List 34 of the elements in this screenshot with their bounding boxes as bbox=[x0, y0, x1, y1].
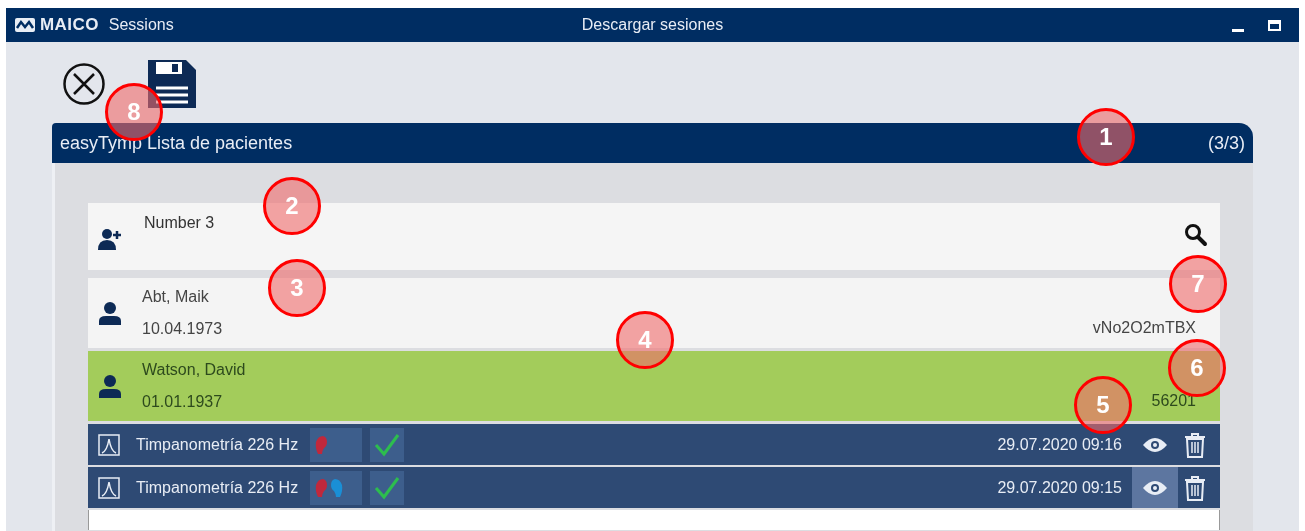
logo-icon bbox=[14, 16, 36, 34]
test-name: Timpanometría 226 Hz bbox=[136, 434, 299, 455]
callout-marker: 4 bbox=[616, 311, 674, 369]
save-button[interactable] bbox=[146, 57, 198, 110]
callout-marker: 3 bbox=[268, 259, 326, 317]
session-datetime: 29.07.2020 09:16 bbox=[997, 434, 1122, 455]
patient-count: (3/3) bbox=[1208, 131, 1245, 155]
callout-marker: 2 bbox=[263, 177, 321, 235]
maximize-button[interactable] bbox=[1268, 19, 1281, 31]
eye-icon bbox=[1142, 436, 1168, 453]
birth-date: 01.01.1937 bbox=[142, 392, 224, 412]
cancel-button[interactable] bbox=[62, 61, 106, 106]
patient-id: vNo2O2mTBX bbox=[1092, 318, 1196, 338]
brand-text: MAICO bbox=[40, 14, 99, 37]
callout-marker: 1 bbox=[1077, 108, 1135, 166]
search-icon[interactable] bbox=[1184, 223, 1208, 247]
view-button[interactable] bbox=[1132, 467, 1178, 508]
session-row[interactable]: Timpanometría 226 Hz 29.07.2020 09:16 bbox=[88, 424, 1220, 465]
session-row[interactable]: Timpanometría 226 Hz 29.07.2020 09:15 bbox=[88, 467, 1220, 508]
callout-marker: 5 bbox=[1074, 376, 1132, 434]
patient-name: Watson, David bbox=[142, 360, 246, 380]
test-name: Timpanometría 226 Hz bbox=[136, 477, 299, 498]
chart-icon bbox=[98, 476, 120, 499]
eye-icon bbox=[1142, 479, 1168, 496]
patient-name: Abt, Maik bbox=[142, 287, 210, 307]
window-title: Descargar sesiones bbox=[581, 15, 724, 35]
birth-date: 10.04.1973 bbox=[142, 319, 223, 339]
person-icon bbox=[98, 301, 122, 325]
add-person-icon bbox=[98, 227, 124, 251]
chart-icon bbox=[98, 433, 120, 456]
callout-marker: 7 bbox=[1169, 255, 1227, 313]
session-datetime: 29.07.2020 09:15 bbox=[997, 477, 1122, 498]
person-icon bbox=[98, 374, 122, 398]
app-name: Sessions bbox=[108, 15, 174, 35]
